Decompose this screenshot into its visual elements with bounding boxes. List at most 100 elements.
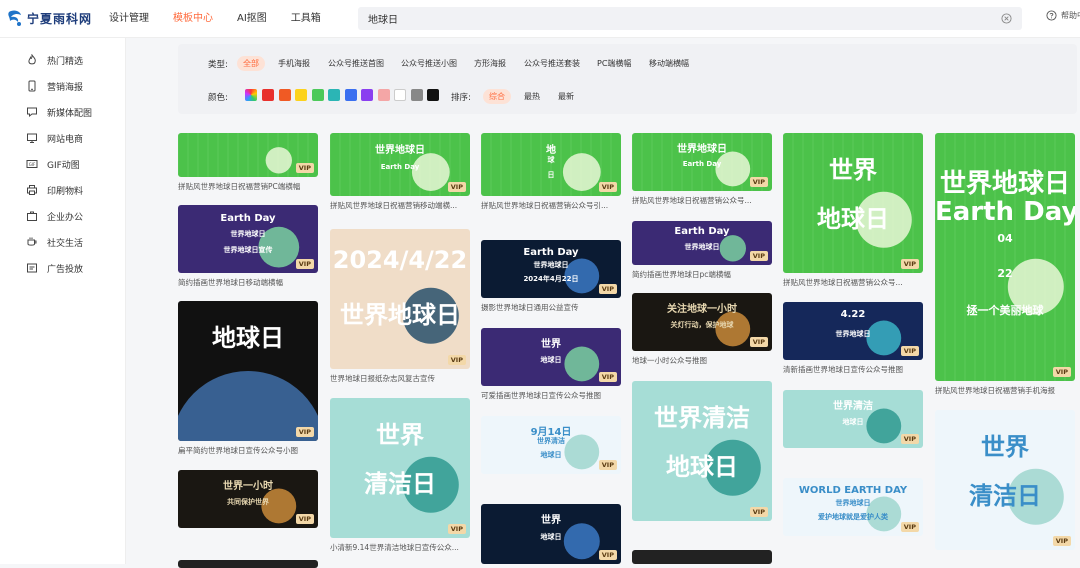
- search-input[interactable]: [368, 7, 988, 30]
- sort-chip-comprehensive[interactable]: 综合: [483, 89, 511, 104]
- vip-badge: VIP: [1052, 536, 1071, 546]
- sidebar-item-ecommerce[interactable]: 网站电商: [26, 130, 83, 146]
- color-swatch[interactable]: [328, 89, 340, 101]
- color-filter-label: 颜色:: [208, 93, 228, 103]
- sidebar-item-social[interactable]: 社交生活: [26, 234, 83, 250]
- template-caption[interactable]: 扁平简约世界地球日宣传公众号小图: [178, 445, 318, 456]
- thumbnail-text: 2024年4月22日: [523, 275, 579, 284]
- template-caption[interactable]: 拼贴风世界地球日祝福营销公众号...: [632, 195, 772, 206]
- nav-design-manage[interactable]: 设计管理: [109, 0, 149, 38]
- template-thumbnail[interactable]: 世界 地球日 VIP: [481, 504, 621, 564]
- brand-logo[interactable]: 宁夏雨科网: [6, 6, 92, 30]
- template-caption[interactable]: 清新插画世界地球日宣传公众号推图: [783, 364, 923, 375]
- template-caption[interactable]: 简约插画世界地球日移动端横幅: [178, 277, 318, 288]
- thumbnail-text: 日: [547, 170, 555, 179]
- color-swatch[interactable]: [427, 89, 439, 101]
- vip-badge: VIP: [295, 427, 314, 437]
- template-thumbnail[interactable]: 4.22 世界地球日 VIP: [783, 302, 923, 360]
- color-swatch[interactable]: [410, 89, 423, 101]
- type-chip-all[interactable]: 全部: [237, 56, 265, 71]
- template-thumbnail[interactable]: 关注地球一小时 关灯行动，保护地球 VIP: [632, 293, 772, 351]
- thumbnail-text: 世界地球日: [375, 144, 425, 156]
- template-caption[interactable]: 世界地球日报纸杂志风复古宣传: [330, 373, 470, 384]
- template-thumbnail[interactable]: 世界地球日 Earth Day 04 22 拯一个美丽地球 VIP: [935, 133, 1075, 381]
- sidebar-item-print[interactable]: 印刷物料: [26, 182, 83, 198]
- top-nav: 设计管理 模板中心 AI抠图 工具箱: [109, 0, 345, 38]
- sidebar-item-label: 新媒体配图: [47, 108, 93, 119]
- type-chip-wechat-set[interactable]: 公众号推送套装: [524, 56, 580, 71]
- template-thumbnail[interactable]: 世界清洁 地球日 VIP: [783, 390, 923, 448]
- template-thumbnail[interactable]: 世界 清洁日 VIP: [935, 410, 1075, 550]
- template-thumbnail[interactable]: 2024/4/22 世界地球日 VIP: [330, 229, 470, 369]
- template-thumbnail[interactable]: Earth Day 世界地球日 世界地球日宣传 VIP: [178, 205, 318, 273]
- template-caption[interactable]: 拼贴风世界地球日祝福营销PC端横幅: [178, 181, 318, 192]
- template-thumbnail[interactable]: 世界 地球日 VIP: [481, 328, 621, 386]
- template-thumbnail[interactable]: WORLD EARTH DAY 世界地球日 爱护地球就是爱护人类 VIP: [783, 478, 923, 536]
- type-chip-square-poster[interactable]: 方形海报: [474, 56, 506, 71]
- sidebar-item-label: 营销海报: [47, 82, 84, 93]
- color-swatch[interactable]: [262, 89, 274, 101]
- sidebar-item-label: 网站电商: [47, 134, 84, 145]
- template-caption[interactable]: 小清新9.14世界清洁地球日宣传公众...: [330, 542, 470, 553]
- template-thumbnail[interactable]: 世界清洁 地球日 VIP: [632, 381, 772, 521]
- template-caption[interactable]: 可爱插画世界地球日宣传公众号推图: [481, 390, 621, 401]
- vip-badge: VIP: [900, 259, 919, 269]
- sidebar-item-new-media[interactable]: 新媒体配图: [26, 104, 92, 120]
- color-swatch[interactable]: [311, 89, 324, 101]
- template-thumbnail[interactable]: 世界地球日 Earth Day VIP: [632, 133, 772, 191]
- thumbnail-text: 清洁日: [364, 469, 436, 498]
- nav-template-center[interactable]: 模板中心: [173, 0, 213, 38]
- color-swatch[interactable]: [361, 89, 373, 101]
- template-thumbnail[interactable]: 世界 地球日 VIP: [783, 133, 923, 273]
- type-chip-pc-banner[interactable]: PC端横幅: [597, 56, 631, 71]
- thumbnail-text: 世界地球日: [533, 261, 569, 270]
- template-thumbnail[interactable]: [178, 560, 318, 568]
- briefcase-icon: [27, 211, 37, 221]
- template-caption[interactable]: 拼贴风世界地球日祝福营销手机海报: [935, 385, 1075, 396]
- color-swatch[interactable]: [394, 89, 406, 101]
- sidebar-item-ads[interactable]: 广告投放: [26, 260, 83, 276]
- template-thumbnail[interactable]: Earth Day 世界地球日 2024年4月22日 VIP: [481, 240, 621, 298]
- type-chip-mobile-poster[interactable]: 手机海报: [278, 56, 310, 71]
- sidebar-item-office[interactable]: 企业办公: [26, 208, 83, 224]
- type-chip-mobile-banner[interactable]: 移动端横幅: [649, 56, 689, 71]
- brand-name: 宁夏雨科网: [27, 11, 93, 26]
- sidebar: 热门精选 营销海报 新媒体配图 网站电商 GIF GIF动图 印刷物料 企业办公…: [0, 38, 126, 564]
- nav-ai-cutout[interactable]: AI抠图: [237, 0, 267, 38]
- template-thumbnail[interactable]: 世界地球日 Earth Day VIP: [330, 133, 470, 196]
- thumbnail-text: 世界地球日: [230, 230, 266, 239]
- template-caption[interactable]: 简约插画世界地球日pc端横幅: [632, 269, 772, 280]
- type-chip-wechat-small[interactable]: 公众号推送小图: [401, 56, 457, 71]
- template-thumbnail[interactable]: VIP: [178, 133, 318, 177]
- template-thumbnail[interactable]: Earth Day 世界地球日 VIP: [632, 221, 772, 265]
- template-thumbnail[interactable]: 世界一小时 共同保护世界 VIP: [178, 470, 318, 528]
- sidebar-item-hot[interactable]: 热门精选: [26, 52, 83, 68]
- template-caption[interactable]: 摄影世界地球日通用公益宣传: [481, 302, 621, 313]
- nav-toolbox[interactable]: 工具箱: [291, 0, 321, 38]
- template-thumbnail[interactable]: [632, 550, 772, 564]
- clear-icon[interactable]: [1001, 13, 1012, 24]
- color-swatch-all[interactable]: [245, 89, 257, 101]
- thumbnail-text: 世界地球日: [939, 168, 1070, 199]
- template-thumbnail[interactable]: 9月14日 世界清洁 地球日 VIP: [481, 416, 621, 474]
- thumbnail-text: 关注地球一小时: [667, 303, 737, 315]
- template-caption[interactable]: 拼贴风世界地球日祝福营销公众号引...: [481, 200, 621, 211]
- color-swatch[interactable]: [377, 89, 390, 101]
- help-link[interactable]: 帮助中: [1046, 10, 1080, 21]
- color-swatch[interactable]: [278, 89, 291, 101]
- template-caption[interactable]: 地球一小时公众号推图: [632, 355, 772, 366]
- type-chip-wechat-cover[interactable]: 公众号推送首图: [328, 56, 384, 71]
- color-swatch[interactable]: [344, 89, 357, 101]
- sort-chip-hottest[interactable]: 最热: [524, 89, 540, 104]
- vip-badge: VIP: [447, 355, 466, 365]
- template-thumbnail[interactable]: 地球日 VIP: [481, 133, 621, 196]
- template-thumbnail[interactable]: 世界 清洁日 VIP: [330, 398, 470, 538]
- template-caption[interactable]: 拼贴风世界地球日祝福营销公众号...: [783, 277, 923, 288]
- sort-chip-newest[interactable]: 最新: [558, 89, 574, 104]
- sidebar-item-gif[interactable]: GIF GIF动图: [26, 156, 80, 172]
- sidebar-item-marketing-poster[interactable]: 营销海报: [26, 78, 83, 94]
- color-swatch[interactable]: [295, 89, 307, 101]
- search-box: [358, 7, 1022, 30]
- template-thumbnail[interactable]: 地球日 VIP: [178, 301, 318, 441]
- template-caption[interactable]: 拼贴风世界地球日祝福营销移动端横...: [330, 200, 470, 211]
